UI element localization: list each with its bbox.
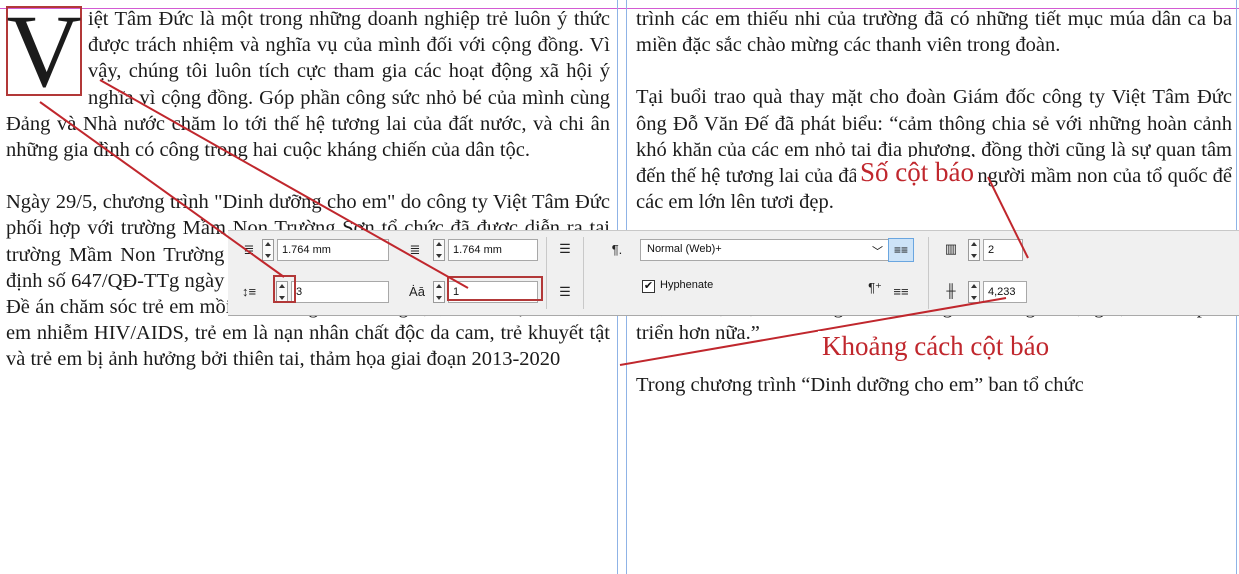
annotation-lines [39,79,1029,366]
annotation-gutter: Khoảng cách cột báo [818,331,1054,362]
annotation-columns: Số cột báo [856,157,978,188]
connector-line-columns [987,176,1029,259]
annotation-columns-text: Số cột báo [856,157,978,187]
annotation-gutter-text: Khoảng cách cột báo [818,331,1054,361]
connector-line-lines [39,101,285,278]
